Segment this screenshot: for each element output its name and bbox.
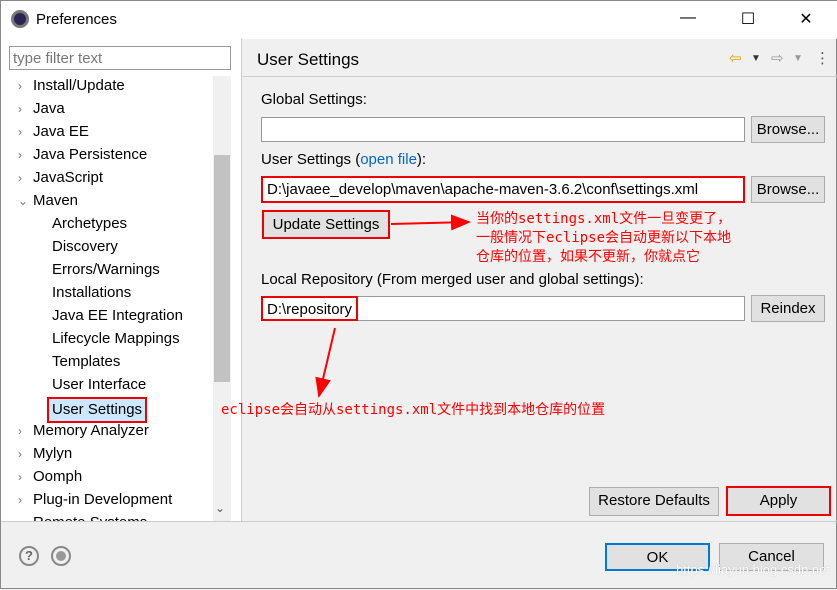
annotation-update: 当你的settings.xml文件一旦变更了， 一般情况下eclipse会自动更… [476, 210, 731, 267]
annotation-line: 当你的settings.xml文件一旦变更了， [476, 211, 732, 227]
arrow-to-update [390, 214, 471, 231]
record-icon[interactable] [51, 546, 71, 566]
dialog-footer: ? OK Cancel https://liayun.blog.csdn.net [1, 521, 837, 590]
annotation-line: 一般情况下eclipse会自动更新以下本地 [476, 230, 732, 246]
arrow-from-repository [315, 327, 336, 398]
annotation-line: 仓库的位置，如果不更新，你就点它 [476, 249, 700, 265]
annotation-arrows [315, 214, 471, 398]
watermark: https://liayun.blog.csdn.net [676, 562, 830, 577]
annotation-repository: eclipse会自动从settings.xml文件中找到本地仓库的位置 [221, 402, 606, 418]
help-icon[interactable]: ? [19, 546, 39, 566]
